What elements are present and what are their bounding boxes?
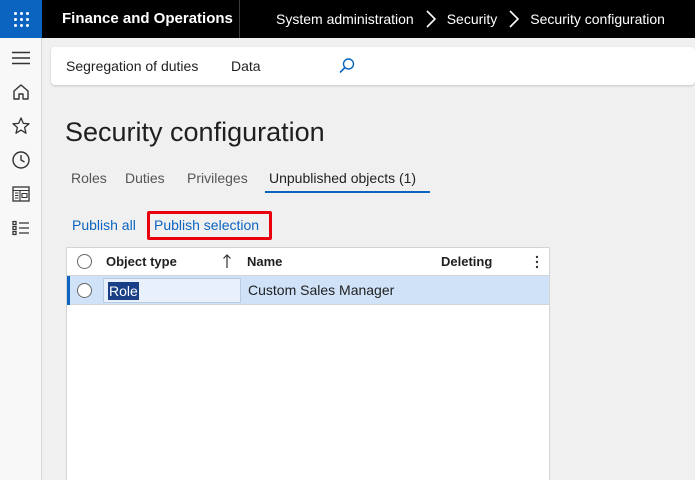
select-all-radio[interactable]: [77, 254, 92, 269]
segregation-of-duties-tab[interactable]: Segregation of duties: [66, 47, 198, 85]
grid-header: Object type Name Deleting: [67, 248, 549, 276]
unpublished-objects-grid: Object type Name Deleting Role Custom Sa…: [66, 247, 550, 480]
row-select-radio[interactable]: [77, 283, 92, 298]
column-header-deleting[interactable]: Deleting: [441, 248, 492, 276]
object-type-cell[interactable]: Role: [103, 278, 241, 303]
breadcrumb: System administration Security Security …: [276, 0, 665, 38]
column-header-name[interactable]: Name: [247, 248, 282, 276]
left-navigation: [0, 38, 42, 480]
column-header-object-type[interactable]: Object type: [106, 248, 177, 276]
app-title[interactable]: Finance and Operations: [62, 0, 233, 38]
tab-duties[interactable]: Duties: [125, 167, 165, 189]
breadcrumb-item-system-administration[interactable]: System administration: [276, 11, 414, 27]
action-pane: Segregation of duties Data: [51, 47, 695, 85]
topbar-divider: [239, 0, 240, 38]
page-title: Security configuration: [65, 117, 325, 147]
publish-all-button[interactable]: Publish all: [72, 215, 136, 235]
table-row[interactable]: Role Custom Sales Manager: [67, 276, 549, 305]
publish-selection-highlight: [147, 211, 272, 240]
chevron-right-icon: [426, 10, 436, 28]
chevron-right-icon: [509, 10, 520, 28]
object-type-value: Role: [108, 282, 139, 300]
hamburger-icon[interactable]: [9, 46, 33, 70]
app-launcher-button[interactable]: [0, 0, 42, 38]
breadcrumb-item-security[interactable]: Security: [447, 11, 498, 27]
search-icon[interactable]: [337, 56, 357, 76]
breadcrumb-item-security-configuration[interactable]: Security configuration: [530, 11, 665, 27]
row-selection-marker: [67, 276, 70, 305]
more-options-icon[interactable]: [535, 255, 539, 269]
tab-roles[interactable]: Roles: [71, 167, 107, 189]
workspace-icon[interactable]: [9, 182, 33, 206]
star-icon[interactable]: [9, 114, 33, 138]
home-icon[interactable]: [9, 80, 33, 104]
active-tab-indicator: [265, 191, 430, 193]
name-cell[interactable]: Custom Sales Manager: [248, 276, 394, 305]
sort-ascending-icon[interactable]: [222, 253, 232, 269]
list-icon[interactable]: [9, 216, 33, 240]
clock-icon[interactable]: [9, 148, 33, 172]
top-bar: Finance and Operations System administra…: [0, 0, 695, 38]
tab-privileges[interactable]: Privileges: [187, 167, 248, 189]
waffle-icon: [13, 11, 29, 27]
tab-unpublished-objects[interactable]: Unpublished objects (1): [269, 167, 416, 189]
data-tab[interactable]: Data: [231, 47, 261, 85]
